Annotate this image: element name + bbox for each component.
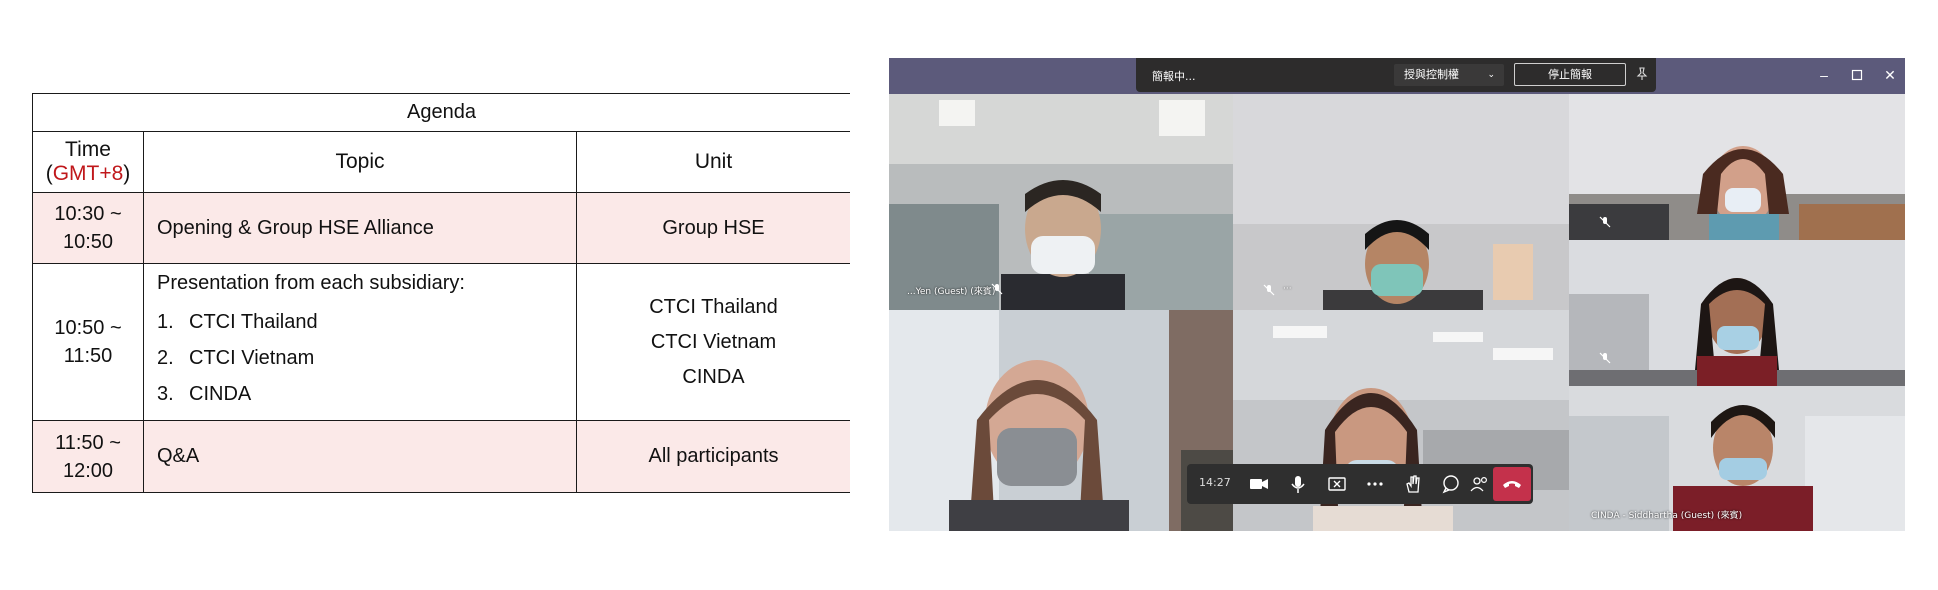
time-end: 10:50 <box>62 231 114 253</box>
chat-icon[interactable] <box>1439 472 1463 496</box>
list-item: 2. CTCI Vietnam <box>157 340 576 376</box>
header-time-zone: (GMT+8) <box>45 162 131 185</box>
mic-off-icon <box>991 283 1003 295</box>
row-unit: All participants <box>575 420 852 493</box>
participant-name: CINDA - Siddhartha (Guest) (來賓) <box>1591 511 1743 521</box>
list-label: CINDA <box>189 383 252 405</box>
time-zone-label: GMT+8 <box>52 162 124 185</box>
give-control-label: 授與控制權 <box>1404 68 1459 81</box>
video-feed <box>889 94 1233 310</box>
sharing-status: 簡報中... <box>1152 70 1196 83</box>
camera-icon[interactable] <box>1247 472 1271 496</box>
pin-icon[interactable] <box>1634 66 1650 82</box>
mic-off-icon <box>1599 216 1611 228</box>
minimize-icon[interactable]: – <box>1816 67 1832 83</box>
table-row: 10:50 ~ 11:50 Presentation from each sub… <box>32 263 852 421</box>
share-toolbar: 簡報中... 授與控制權 ⌄ 停止簡報 <box>1136 58 1656 92</box>
list-item: 1. CTCI Thailand <box>157 304 576 340</box>
header-unit: Unit <box>575 131 852 193</box>
participant-name: ...Yen (Guest) (來賓) <box>907 287 996 297</box>
raise-hand-icon[interactable] <box>1401 472 1425 496</box>
list-item: 3. CINDA <box>157 376 576 412</box>
maximize-icon[interactable] <box>1849 67 1865 83</box>
agenda-table: Agenda Time (GMT+8) Topic Unit 10:30 ~ 1… <box>31 93 852 493</box>
list-number: 1. <box>157 311 174 333</box>
meeting-timer: 14:27 <box>1199 476 1231 489</box>
row-unit: CTCI Thailand CTCI Vietnam CINDA <box>575 263 852 421</box>
list-number: 2. <box>157 347 174 369</box>
table-row: 10:30 ~ 10:50 Opening & Group HSE Allian… <box>32 192 852 264</box>
chevron-down-icon: ⌄ <box>1487 70 1495 80</box>
microphone-icon[interactable] <box>1286 472 1310 496</box>
topic-intro: Presentation from each subsidiary: <box>157 272 465 294</box>
header-time-label: Time <box>65 138 111 161</box>
participants-icon[interactable] <box>1468 472 1492 496</box>
unit-line: CTCI Thailand <box>649 295 778 318</box>
row-time: 10:30 ~ 10:50 <box>32 192 144 264</box>
unit-line: CINDA <box>682 365 745 388</box>
video-feed <box>889 310 1233 531</box>
mic-off-icon <box>1263 284 1275 296</box>
video-feed <box>1569 94 1905 240</box>
meeting-controls: 14:27 <box>1187 464 1533 504</box>
video-tile[interactable] <box>889 310 1233 531</box>
list-number: 3. <box>157 383 174 405</box>
video-tile[interactable]: CINDA - Siddhartha (Guest) (來賓) <box>1569 386 1905 531</box>
row-topic: Presentation from each subsidiary: 1. CT… <box>143 263 577 421</box>
video-tile[interactable]: ...Yen (Guest) (來賓) <box>889 94 1233 310</box>
unit-line: CTCI Vietnam <box>650 330 777 353</box>
teams-meeting-window: ...Yen (Guest) (來賓) ··· CINDA - Siddhart… <box>889 58 1905 531</box>
time-start: 10:50 ~ <box>54 317 122 339</box>
time-start: 10:30 ~ <box>54 203 122 225</box>
header-time: Time (GMT+8) <box>32 131 144 193</box>
row-topic: Q&A <box>143 420 577 493</box>
stop-sharing-button[interactable]: 停止簡報 <box>1514 63 1626 86</box>
more-options-icon[interactable]: ··· <box>1283 284 1292 294</box>
leave-call-button[interactable] <box>1493 467 1531 501</box>
video-tile[interactable] <box>1569 240 1905 386</box>
maximize-shape <box>1851 69 1863 81</box>
row-unit: Group HSE <box>575 192 852 264</box>
video-tile[interactable] <box>1569 94 1905 240</box>
crop-edge <box>850 90 854 500</box>
row-time: 10:50 ~ 11:50 <box>32 263 144 421</box>
close-icon[interactable]: ✕ <box>1882 67 1898 83</box>
time-end: 11:50 <box>63 345 113 367</box>
time-start: 11:50 ~ <box>55 431 121 454</box>
row-topic: Opening & Group HSE Alliance <box>143 192 577 264</box>
stop-sharing-tray-icon[interactable] <box>1325 472 1349 496</box>
more-actions-icon[interactable] <box>1363 472 1387 496</box>
header-topic: Topic <box>143 131 577 193</box>
give-control-dropdown[interactable]: 授與控制權 ⌄ <box>1394 64 1504 86</box>
agenda-title: Agenda <box>31 93 852 132</box>
video-feed <box>1233 94 1569 310</box>
hang-up-icon <box>1503 481 1521 488</box>
mic-off-icon <box>1599 352 1611 364</box>
row-time: 11:50 ~ 12:00 <box>32 420 144 493</box>
list-label: CTCI Thailand <box>189 311 318 333</box>
video-tile[interactable]: ··· <box>1233 94 1569 310</box>
time-end: 12:00 <box>62 459 114 482</box>
list-label: CTCI Vietnam <box>189 347 315 369</box>
video-feed <box>1569 240 1905 386</box>
table-row: 11:50 ~ 12:00 Q&A All participants <box>32 420 852 493</box>
